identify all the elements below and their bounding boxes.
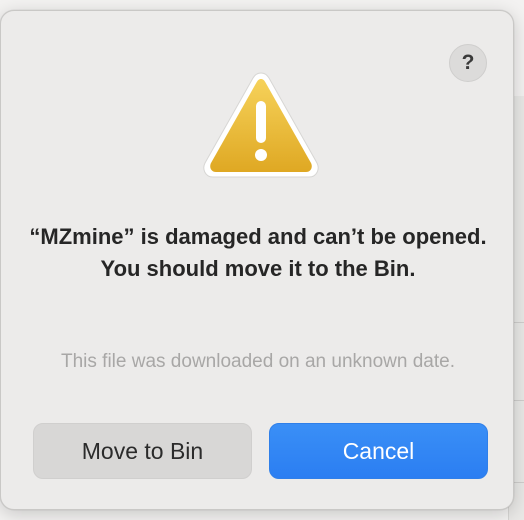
move-to-bin-button[interactable]: Move to Bin	[33, 423, 252, 479]
dialog-message: This file was downloaded on an unknown d…	[61, 351, 455, 372]
screen: ? “MZmine” is damaged and can’t be opene…	[0, 0, 524, 520]
cancel-button[interactable]: Cancel	[269, 423, 488, 479]
warning-triangle-icon	[203, 72, 319, 178]
help-button[interactable]: ?	[449, 44, 487, 82]
alert-dialog: ? “MZmine” is damaged and can’t be opene…	[0, 10, 514, 510]
dialog-title: “MZmine” is damaged and can’t be opened.…	[29, 224, 487, 281]
